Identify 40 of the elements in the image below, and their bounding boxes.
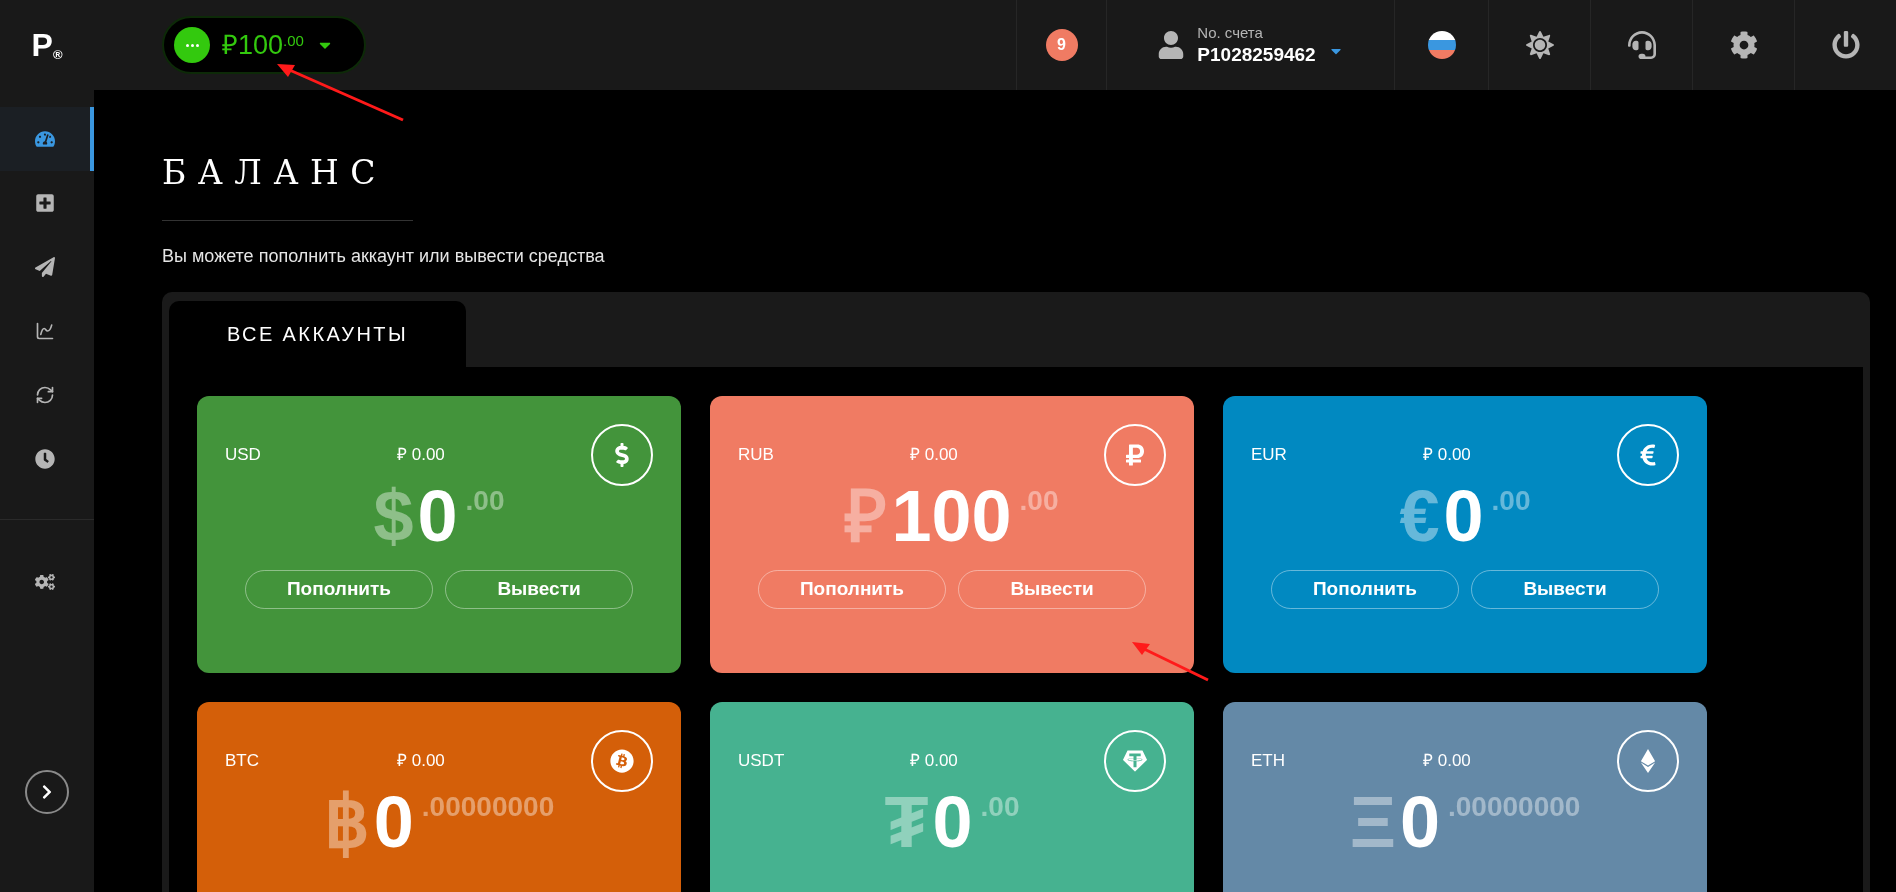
bitcoin-icon	[610, 748, 634, 773]
currency-code: RUB	[738, 443, 775, 466]
sidebar-item[interactable]	[0, 107, 94, 171]
rub-value: ₽ 0.00	[397, 749, 446, 772]
ruble-icon	[1123, 442, 1147, 467]
user-icon	[1157, 31, 1186, 59]
currency-code: BTC	[225, 749, 260, 772]
currency-code: USD	[225, 443, 262, 466]
chart-icon	[35, 321, 55, 341]
plus-icon	[35, 193, 55, 213]
flag-icon[interactable]	[1427, 31, 1456, 59]
currency-code: ETH	[1251, 749, 1286, 772]
rub-value: ₽ 0.00	[910, 749, 959, 772]
page-title: БАЛАНС	[162, 148, 414, 221]
power-icon[interactable]	[1831, 31, 1860, 59]
currency-code: EUR	[1251, 443, 1288, 466]
account-selector[interactable]: No. счета P1028259462	[1106, 0, 1394, 90]
page-subtitle: Вы можете пополнить аккаунт или вывести средства	[162, 244, 606, 268]
dashboard-icon	[35, 129, 55, 149]
rub-value: ₽ 0.00	[1423, 749, 1472, 772]
rub-value: ₽ 0.00	[910, 443, 959, 466]
expand-sidebar-button[interactable]	[25, 770, 69, 814]
notification-badge[interactable]: 9	[1045, 29, 1078, 61]
more-icon	[174, 27, 210, 63]
send-icon	[35, 257, 55, 277]
theme-icon[interactable]	[1525, 31, 1554, 59]
tab[interactable]: ВСЕ АККАУНТЫ	[169, 300, 466, 367]
clock-icon	[35, 449, 55, 469]
exchange-icon	[35, 385, 55, 405]
logo[interactable]: P®	[31, 29, 63, 61]
account-number: P1028259462	[1197, 42, 1316, 67]
gears-icon	[35, 572, 55, 592]
tether-icon	[1123, 748, 1147, 773]
rub-value: ₽ 0.00	[397, 443, 446, 466]
rub-value: ₽ 0.00	[1423, 443, 1472, 466]
currency-code: USDT	[738, 749, 786, 772]
settings-icon[interactable]	[1729, 31, 1758, 59]
support-icon[interactable]	[1627, 31, 1656, 59]
balance-pill[interactable]: ₽100$^{.00}$	[162, 16, 366, 74]
account-label: No. счета	[1197, 23, 1264, 43]
